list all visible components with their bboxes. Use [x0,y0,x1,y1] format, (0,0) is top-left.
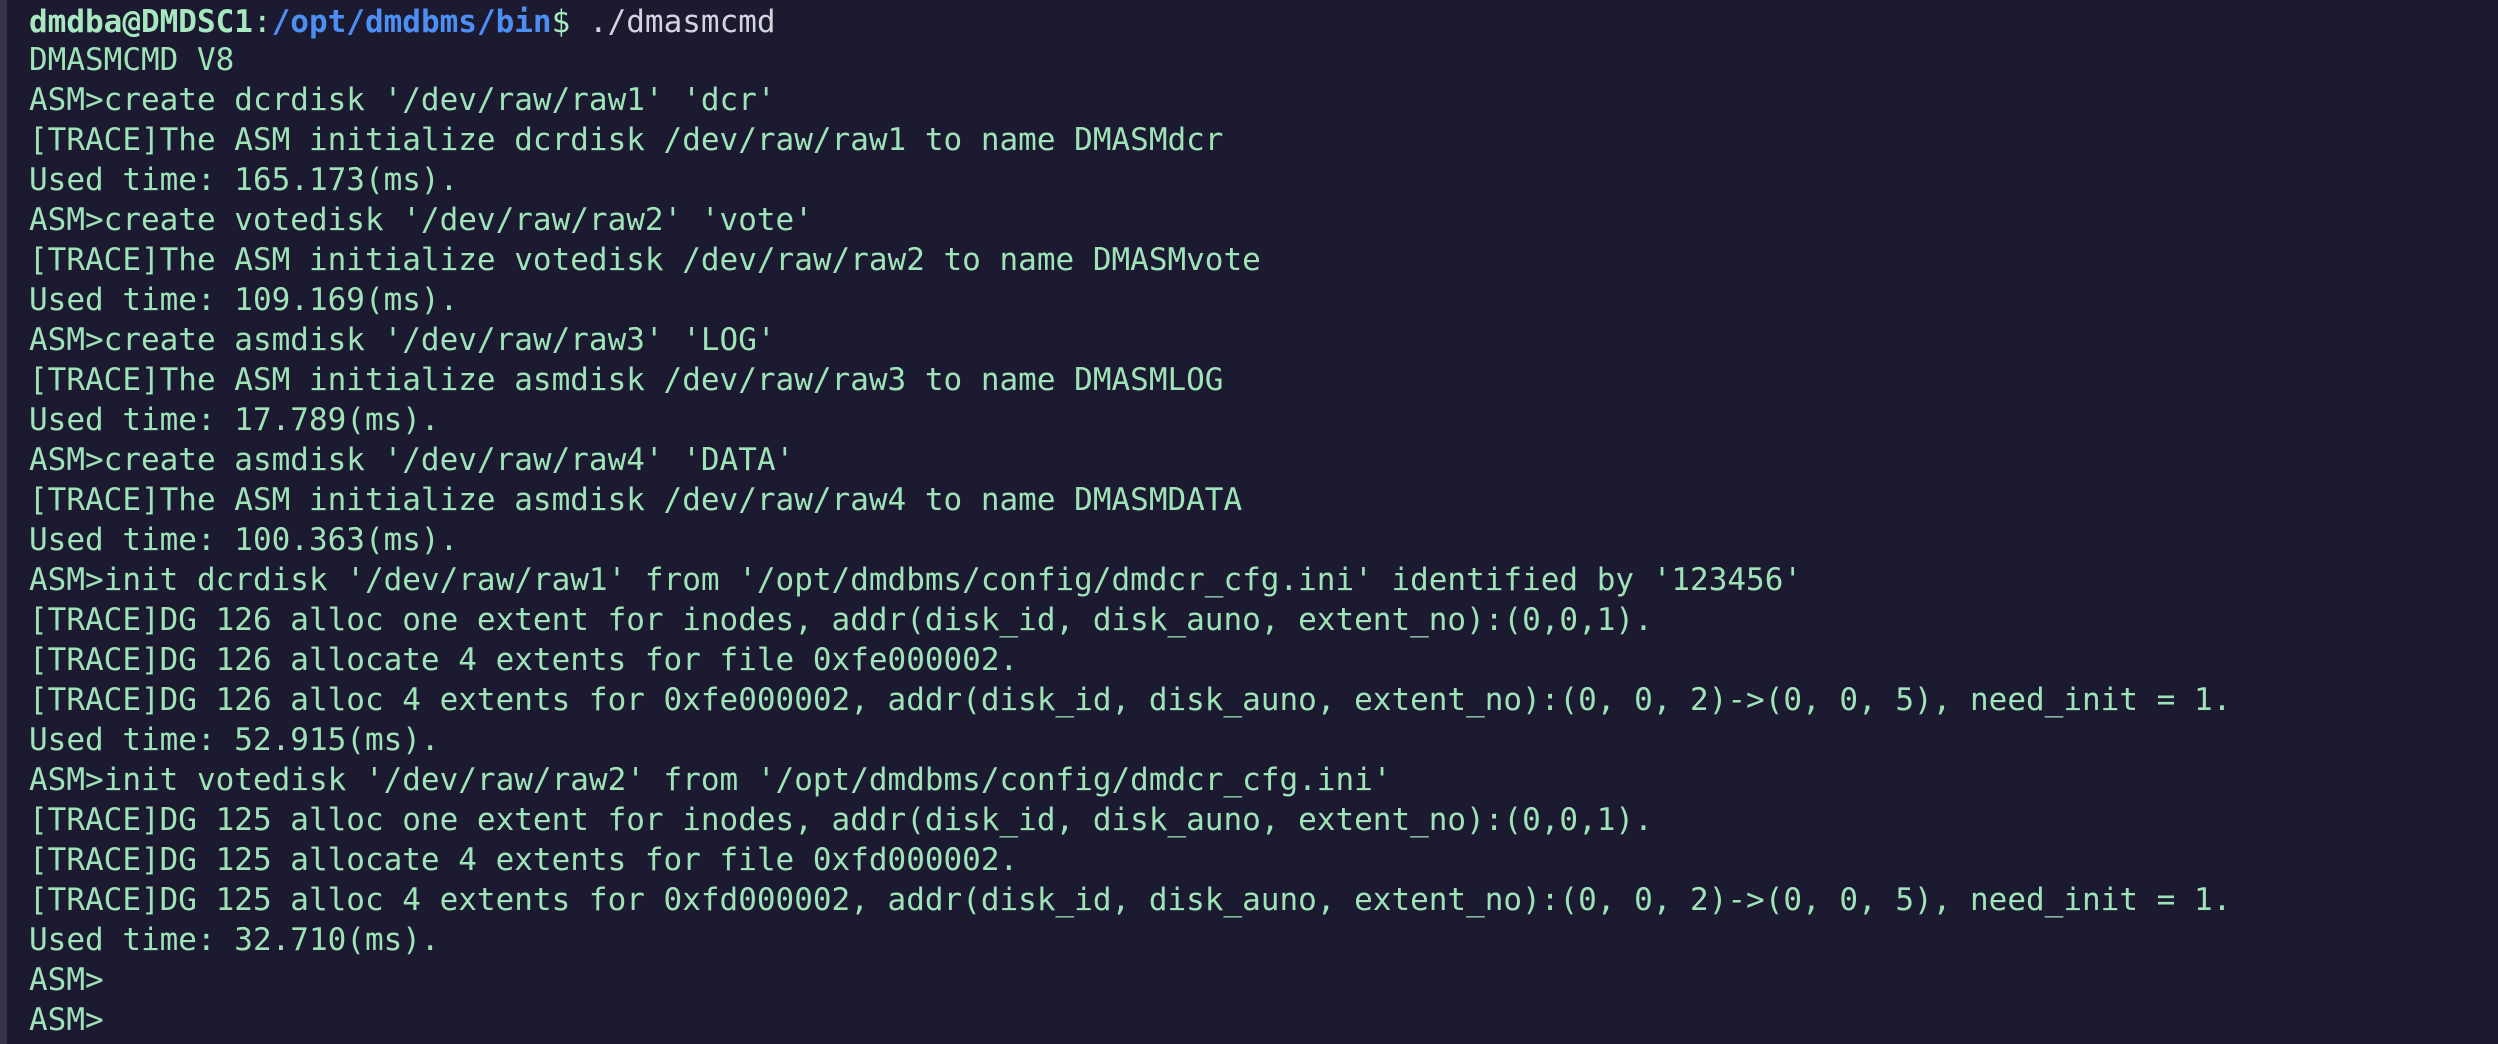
output-line: ASM>create votedisk '/dev/raw/raw2' 'vot… [29,202,813,238]
terminal-window[interactable]: dmdba@DMDSC1:/opt/dmdbms/bin$ ./dmasmcmd… [0,0,2498,1044]
output-line: Used time: 109.169(ms). [29,282,459,318]
active-prompt-line[interactable]: ASM> [29,1000,2498,1040]
output-line: ASM> [29,962,104,998]
prompt-user-host: dmdba@DMDSC1 [29,4,253,40]
output-line: [TRACE]DG 126 allocate 4 extents for fil… [29,642,1019,678]
output-line: ASM>init votedisk '/dev/raw/raw2' from '… [29,762,1392,798]
output-line: ASM>create asmdisk '/dev/raw/raw4' 'DATA… [29,442,795,478]
shell-command: ./dmasmcmd [588,4,776,40]
shell-prompt-line: dmdba@DMDSC1:/opt/dmdbms/bin$ ./dmasmcmd [29,0,2498,40]
prompt-dollar: $ [551,4,589,40]
output-line: [TRACE]The ASM initialize asmdisk /dev/r… [29,482,1243,518]
prompt-colon: : [252,4,272,40]
output-line: ASM>create dcrdisk '/dev/raw/raw1' 'dcr' [29,82,776,118]
output-line: [TRACE]DG 126 alloc 4 extents for 0xfe00… [29,682,2232,718]
output-line: [TRACE]The ASM initialize asmdisk /dev/r… [29,362,1224,398]
output-line: Used time: 100.363(ms). [29,522,459,558]
output-line: [TRACE]DG 125 alloc 4 extents for 0xfd00… [29,882,2232,918]
prompt-path: /opt/dmdbms/bin [271,4,552,40]
output-line: DMASMCMD V8 [29,42,235,78]
output-line: Used time: 52.915(ms). [29,722,440,758]
output-line: [TRACE]DG 126 alloc one extent for inode… [29,602,1653,638]
output-line: Used time: 32.710(ms). [29,922,440,958]
output-line: [TRACE]DG 125 allocate 4 extents for fil… [29,842,1019,878]
output-line: [TRACE]DG 125 alloc one extent for inode… [29,802,1653,838]
output-line: ASM>init dcrdisk '/dev/raw/raw1' from '/… [29,562,1803,598]
output-line: Used time: 17.789(ms). [29,402,440,438]
output-line: [TRACE]The ASM initialize votedisk /dev/… [29,242,1261,278]
output-line: ASM>create asmdisk '/dev/raw/raw3' 'LOG' [29,322,776,358]
output-line: [TRACE]The ASM initialize dcrdisk /dev/r… [29,122,1224,158]
output-line: Used time: 165.173(ms). [29,162,459,198]
